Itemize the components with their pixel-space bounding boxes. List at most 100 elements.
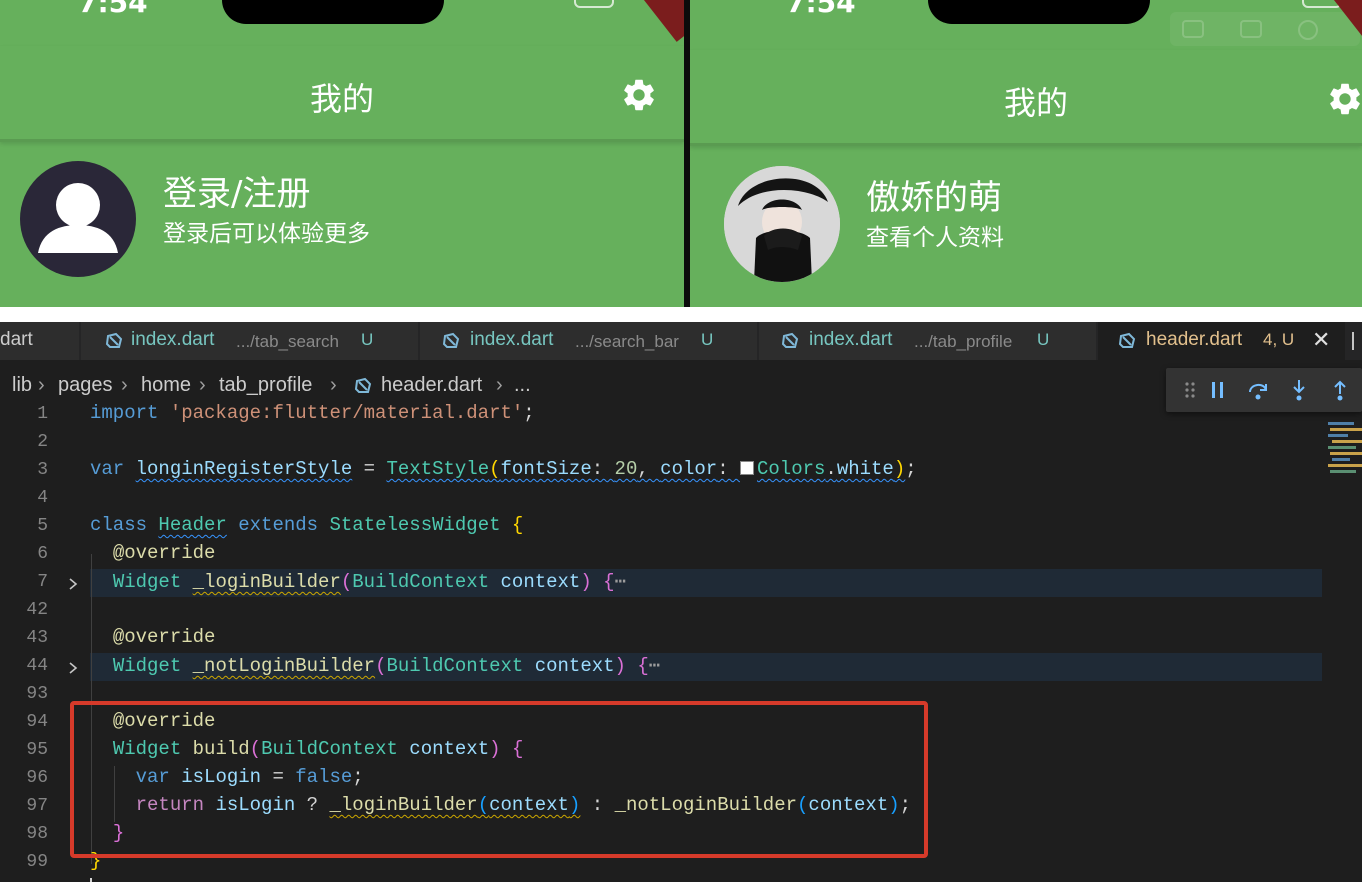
line-number: 96: [26, 768, 48, 788]
editor-tab-bar: dart index.dart .../tab_search U index.d…: [0, 322, 1362, 360]
fold-chevron-right-icon[interactable]: [66, 660, 80, 674]
tab-index-search-bar[interactable]: index.dart .../search_bar U: [420, 322, 758, 360]
user-nickname[interactable]: 傲娇的萌: [866, 170, 1002, 219]
dart-file-icon: [1118, 332, 1136, 350]
code-line[interactable]: Widget _notLoginBuilder(BuildContext con…: [90, 654, 660, 677]
tab-path: .../search_bar: [575, 332, 679, 351]
settings-gear-icon[interactable]: [1326, 80, 1362, 118]
app-bar: 我的: [690, 50, 1362, 146]
text-cursor: [90, 878, 92, 882]
view-profile-link[interactable]: 查看个人资料: [866, 218, 1004, 252]
login-subtitle: 登录后可以体验更多: [163, 221, 370, 247]
line-number: 3: [37, 460, 48, 480]
dart-file-icon: [105, 332, 123, 350]
code-line[interactable]: @override: [90, 542, 216, 564]
split-editor-icon[interactable]: [1352, 332, 1362, 350]
tab-label: index.dart: [809, 329, 893, 350]
status-bar-time: 7:54: [786, 0, 856, 19]
chevron-right-icon: ›: [330, 374, 337, 396]
overlay-toolbar: [1170, 12, 1360, 46]
color-swatch-white[interactable]: [740, 461, 754, 475]
breadcrumb-item[interactable]: header.dart: [381, 374, 482, 397]
line-number: 95: [26, 740, 48, 760]
status-bar-time: 7:54: [78, 0, 148, 19]
drag-handle-icon[interactable]: [1178, 378, 1202, 402]
signal-icon: [1192, 0, 1226, 2]
overlay-record-icon: [1298, 20, 1318, 40]
settings-gear-icon[interactable]: [620, 76, 658, 114]
tab-label: dart: [0, 329, 33, 350]
fold-chevron-right-icon[interactable]: [66, 576, 80, 590]
line-number: 93: [26, 684, 48, 704]
line-number: 2: [37, 432, 48, 452]
tab-status-badge: U: [701, 330, 714, 349]
code-line[interactable]: Widget _loginBuilder(BuildContext contex…: [90, 570, 626, 593]
tab-index-tab-profile[interactable]: index.dart .../tab_profile U: [759, 322, 1097, 360]
default-avatar-icon[interactable]: [20, 161, 136, 277]
tab-path: .../tab_search: [236, 332, 340, 351]
line-number: 1: [37, 404, 48, 424]
line-number: 94: [26, 712, 48, 732]
overlay-chat-icon: [1182, 20, 1204, 38]
tab-label: header.dart: [1146, 329, 1243, 350]
tab-label: index.dart: [131, 329, 215, 350]
chevron-right-icon: ›: [121, 374, 128, 396]
breadcrumb-item[interactable]: ...: [514, 374, 531, 397]
app-bar-title: 我的: [309, 80, 374, 118]
code-line[interactable]: class Header extends StatelessWidget {: [90, 514, 523, 536]
debug-toolbar: [1166, 368, 1362, 412]
phone-notch: [928, 0, 1150, 24]
tab-label: index.dart: [470, 329, 554, 350]
dart-file-icon: [442, 332, 460, 350]
line-number: 99: [26, 852, 48, 872]
step-into-icon[interactable]: [1287, 378, 1311, 402]
tab-index-tab-search[interactable]: index.dart .../tab_search U: [81, 322, 419, 360]
code-line[interactable]: var longinRegisterStyle = TextStyle(font…: [90, 458, 917, 480]
close-tab-icon[interactable]: ✕: [1312, 327, 1330, 353]
chevron-right-icon: ›: [496, 374, 503, 396]
phone-notch: [222, 0, 444, 24]
code-editor: dart index.dart .../tab_search U index.d…: [0, 322, 1362, 882]
chevron-right-icon: ›: [38, 374, 45, 396]
dart-file-icon: [354, 377, 372, 395]
battery-icon: [574, 0, 614, 8]
phone-screen-logged-out: 7:54 我的 登录/注册 登录后可以体验更多: [0, 0, 684, 307]
chevron-right-icon: ›: [199, 374, 206, 396]
line-number: 4: [37, 488, 48, 508]
tab-status-badge: U: [1037, 330, 1050, 349]
tab-header-dart-active[interactable]: header.dart 4, U ✕: [1098, 322, 1346, 360]
line-number: 7: [37, 572, 48, 592]
folded-code-ellipsis[interactable]: ⋯: [615, 571, 626, 593]
line-number: 6: [37, 544, 48, 564]
user-photo-avatar[interactable]: [724, 166, 840, 282]
tab-dart[interactable]: dart: [0, 322, 80, 360]
line-number: 97: [26, 796, 48, 816]
overlay-screen-icon: [1240, 20, 1262, 38]
tab-status-badge: 4, U: [1263, 330, 1295, 349]
breadcrumb-item[interactable]: tab_profile: [219, 374, 312, 397]
pause-icon[interactable]: [1206, 378, 1230, 402]
highlight-annotation-box: [70, 701, 928, 858]
step-out-icon[interactable]: [1328, 378, 1352, 402]
folded-code-ellipsis[interactable]: ⋯: [649, 655, 660, 677]
breadcrumb-item[interactable]: lib: [12, 374, 32, 397]
dart-file-icon: [781, 332, 799, 350]
step-over-icon[interactable]: [1246, 378, 1270, 402]
debug-banner: [638, 0, 684, 42]
code-line[interactable]: import 'package:flutter/material.dart';: [90, 402, 535, 424]
signal-icon: [488, 0, 522, 2]
breadcrumb: lib › pages › home › tab_profile › heade…: [0, 360, 1362, 408]
line-number: 98: [26, 824, 48, 844]
app-bar: 我的: [0, 46, 684, 142]
login-register-title[interactable]: 登录/注册: [163, 166, 310, 215]
breadcrumb-item[interactable]: home: [141, 374, 191, 397]
line-number: 42: [26, 600, 48, 620]
line-number: 44: [26, 656, 48, 676]
app-bar-title: 我的: [1003, 84, 1068, 122]
tab-path: .../tab_profile: [914, 332, 1013, 351]
breadcrumb-item[interactable]: pages: [58, 374, 113, 397]
line-number: 5: [37, 516, 48, 536]
tab-status-badge: U: [361, 330, 374, 349]
minimap[interactable]: [1328, 422, 1362, 492]
code-line[interactable]: @override: [90, 626, 216, 648]
